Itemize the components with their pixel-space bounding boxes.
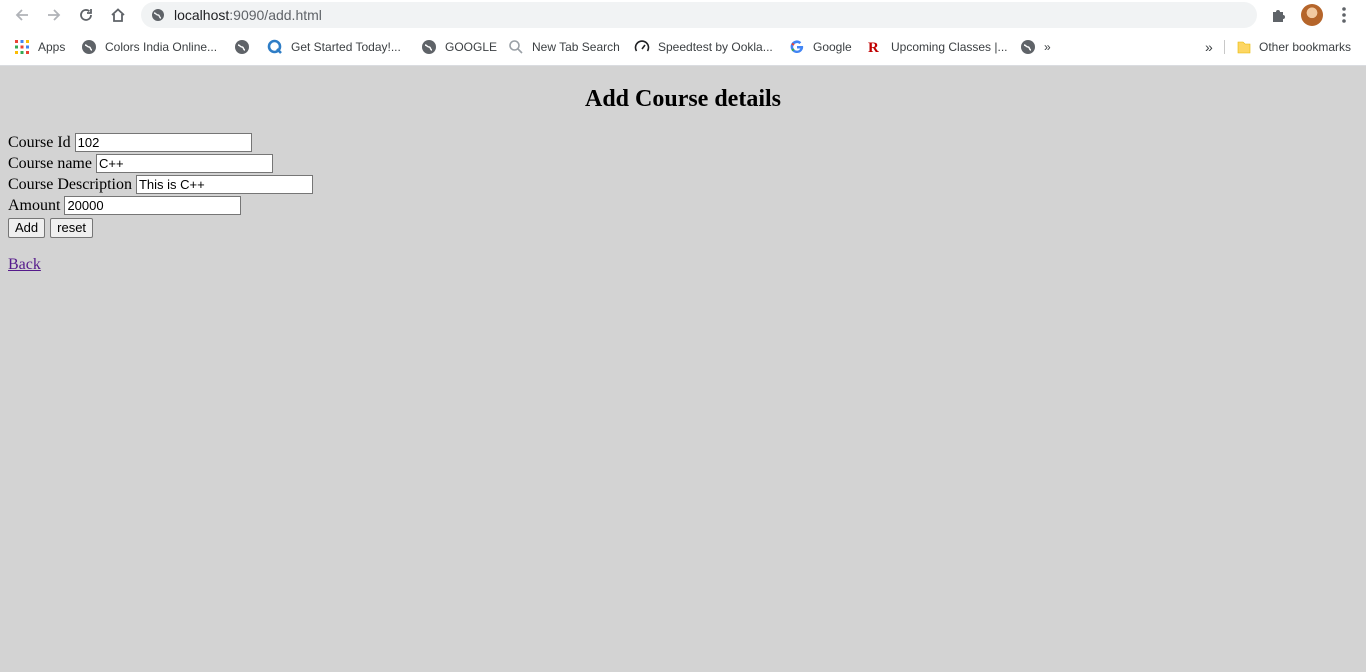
bookmark-label: GOOGLE	[445, 40, 498, 54]
reset-button[interactable]: reset	[50, 218, 94, 238]
search-icon	[509, 40, 523, 54]
bookmark-label: »	[1044, 40, 1051, 54]
add-button[interactable]: Add	[8, 218, 46, 238]
amount-input[interactable]	[64, 196, 242, 215]
bookmark-globe-more[interactable]: »	[1020, 38, 1051, 56]
course-description-input[interactable]	[135, 175, 313, 194]
url-host: localhost	[174, 7, 230, 23]
bookmarks-overflow-button[interactable]: »	[1205, 38, 1213, 56]
amount-row: Amount	[8, 195, 242, 216]
course-name-row: Course name	[8, 153, 273, 174]
bookmark-label: Apps	[38, 40, 66, 54]
r-logo-icon: R	[868, 40, 879, 55]
bookmark-upcoming-classes[interactable]: R Upcoming Classes |...	[867, 38, 1008, 56]
form-buttons: Add reset	[8, 218, 98, 238]
svg-text:R: R	[868, 40, 879, 55]
globe-icon	[422, 40, 436, 54]
bookmark-speedtest[interactable]: Speedtest by Ookla...	[634, 38, 773, 56]
folder-icon	[1237, 41, 1251, 54]
course-id-row: Course Id	[8, 132, 252, 153]
kebab-menu-icon[interactable]	[1337, 6, 1351, 24]
bookmarks-divider	[1224, 40, 1225, 54]
extensions-puzzle-icon[interactable]	[1270, 6, 1288, 24]
info-globe-icon[interactable]	[151, 8, 165, 22]
url-path: :9090/add.html	[229, 7, 322, 23]
home-icon[interactable]	[106, 4, 130, 26]
bookmark-google[interactable]: Google	[789, 38, 852, 56]
other-bookmarks-folder[interactable]: Other bookmarks	[1236, 38, 1351, 56]
other-bookmarks-label: Other bookmarks	[1259, 40, 1352, 54]
bookmark-label: Upcoming Classes |...	[891, 40, 1008, 54]
bookmark-get-started[interactable]: Get Started Today!...	[267, 38, 401, 56]
overflow-chevron-icon: »	[1205, 39, 1213, 55]
bookmark-label: Google	[813, 40, 852, 54]
page-title: Add Course details	[584, 86, 782, 112]
course-name-label: Course name	[8, 154, 92, 172]
bookmark-new-tab-search[interactable]: New Tab Search	[508, 38, 620, 56]
globe-icon	[82, 40, 96, 54]
q-logo-icon	[267, 39, 282, 54]
google-g-icon	[790, 40, 804, 54]
bookmark-globe-unlabeled[interactable]	[234, 38, 258, 56]
globe-icon	[235, 40, 249, 54]
course-name-input[interactable]	[95, 154, 273, 173]
globe-icon	[1021, 40, 1035, 54]
address-bar[interactable]: localhost:9090/add.html	[141, 2, 1257, 28]
bookmark-label: Colors India Online...	[105, 40, 218, 54]
bookmark-apps[interactable]: Apps	[14, 38, 65, 56]
bookmark-google-caps[interactable]: GOOGLE	[421, 38, 497, 56]
browser-toolbar: localhost:9090/add.html	[0, 0, 1366, 30]
profile-avatar[interactable]	[1301, 4, 1323, 26]
bookmarks-bar: Apps Colors India Online... Get Started …	[0, 31, 1366, 63]
reload-icon[interactable]	[74, 4, 98, 26]
bookmark-label: Speedtest by Ookla...	[658, 40, 773, 54]
back-link[interactable]: Back	[8, 256, 41, 274]
url-text[interactable]: localhost:9090/add.html	[174, 7, 322, 23]
bookmark-label: New Tab Search	[532, 40, 620, 54]
page-content: Add Course details Course Id Course name…	[0, 66, 1366, 672]
course-description-label: Course Description	[8, 175, 132, 193]
apps-grid-icon	[15, 40, 29, 54]
speedometer-icon	[634, 40, 650, 52]
bookmark-colors-india[interactable]: Colors India Online...	[81, 38, 217, 56]
back-arrow-icon[interactable]	[10, 4, 34, 26]
course-id-label: Course Id	[8, 133, 71, 151]
course-id-input[interactable]	[74, 133, 252, 152]
amount-label: Amount	[8, 196, 61, 214]
course-description-row: Course Description	[8, 174, 313, 195]
bookmark-label: Get Started Today!...	[291, 40, 401, 54]
forward-arrow-icon[interactable]	[42, 4, 66, 26]
browser-chrome: localhost:9090/add.html Apps Colors Indi…	[0, 0, 1366, 66]
